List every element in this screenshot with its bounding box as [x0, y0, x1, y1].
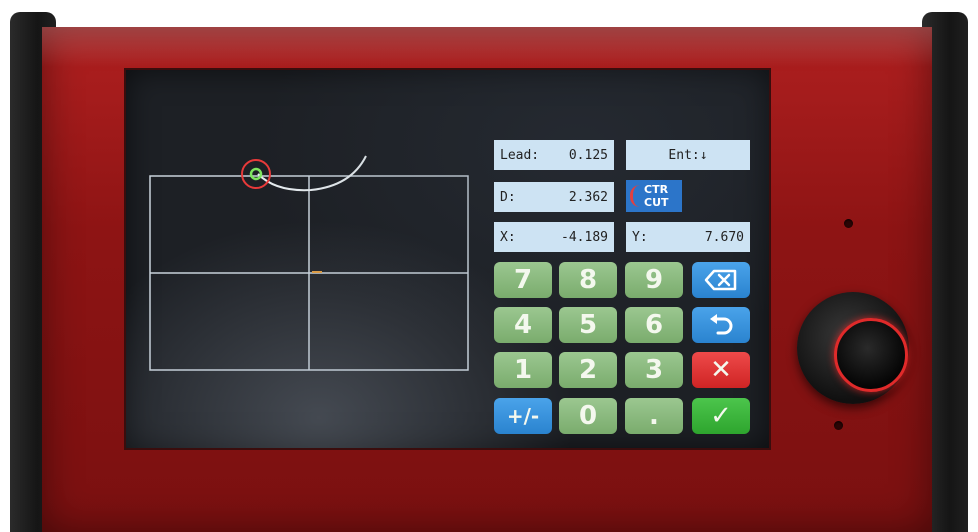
key-8[interactable]: 8 [559, 262, 617, 298]
path-preview [149, 155, 469, 371]
backspace-button[interactable] [692, 262, 750, 298]
key-9[interactable]: 9 [625, 262, 683, 298]
x-value: -4.189 [561, 229, 608, 245]
confirm-button[interactable]: ✓ [692, 398, 750, 434]
ctr-label: CTR [644, 183, 669, 196]
mount-hole-top [844, 219, 853, 228]
undo-button[interactable] [692, 307, 750, 343]
entry-direction-label: Ent:↓ [668, 147, 708, 163]
ctr-cut-button[interactable]: CTR CUT [626, 180, 682, 212]
key-6[interactable]: 6 [625, 307, 683, 343]
key-1[interactable]: 1 [494, 352, 552, 388]
backspace-icon [704, 269, 737, 291]
key-2[interactable]: 2 [559, 352, 617, 388]
rotary-knob-cap[interactable] [834, 318, 908, 392]
mount-hole-bottom [834, 421, 843, 430]
entry-direction-field[interactable]: Ent:↓ [626, 140, 750, 170]
cancel-button[interactable]: ✕ [692, 352, 750, 388]
diameter-value: 2.362 [568, 189, 608, 205]
lead-field[interactable]: Lead: 0.125 [494, 140, 614, 170]
x-label: X: [500, 229, 516, 245]
sign-toggle-button[interactable]: +/- [494, 398, 552, 434]
arc-icon [630, 185, 640, 207]
key-3[interactable]: 3 [625, 352, 683, 388]
key-decimal[interactable]: . [625, 398, 683, 434]
key-0[interactable]: 0 [559, 398, 617, 434]
key-7[interactable]: 7 [494, 262, 552, 298]
lead-indicator-ring [241, 159, 271, 189]
x-field[interactable]: X: -4.189 [494, 222, 614, 252]
y-label: Y: [632, 229, 648, 245]
undo-icon [710, 314, 733, 335]
cut-path-arc [257, 155, 367, 192]
key-5[interactable]: 5 [559, 307, 617, 343]
y-value: 7.670 [704, 229, 744, 245]
key-4[interactable]: 4 [494, 307, 552, 343]
diameter-field[interactable]: D: 2.362 [494, 182, 614, 212]
cut-label: CUT [644, 196, 669, 209]
lead-label: Lead: [500, 147, 540, 163]
touch-screen: Lead: 0.125 Ent:↓ D: 2.362 CTR CUT X: -4… [126, 70, 769, 448]
lead-value: 0.125 [568, 147, 608, 163]
y-field[interactable]: Y: 7.670 [626, 222, 750, 252]
lead-point-marker [249, 167, 263, 181]
diameter-label: D: [500, 189, 516, 205]
